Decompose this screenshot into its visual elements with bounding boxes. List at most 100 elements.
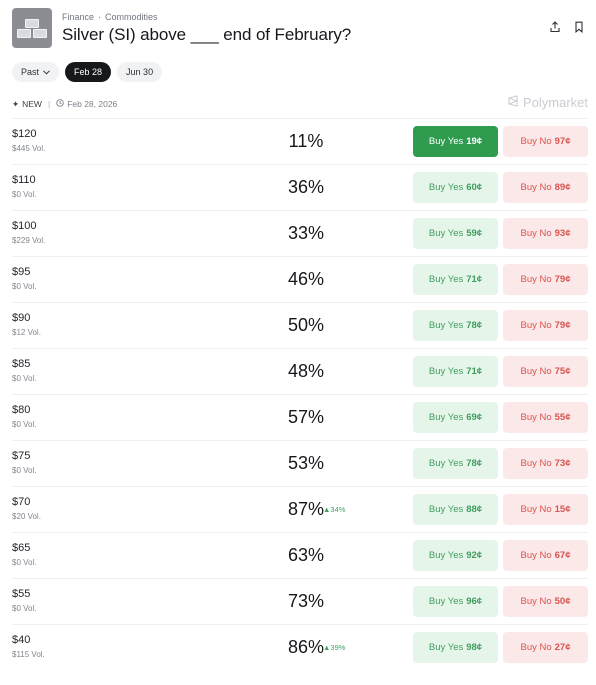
tab-jun-30[interactable]: Jun 30 (117, 62, 163, 82)
chance-percent: 53% (287, 453, 325, 473)
buy-yes-price: 19¢ (466, 136, 483, 147)
buy-yes-button[interactable]: Buy Yes 59¢ (413, 218, 498, 249)
buy-yes-button[interactable]: Buy Yes 96¢ (413, 586, 498, 617)
buy-yes-price: 59¢ (466, 228, 483, 239)
strike-price: $85 (12, 358, 31, 370)
strike-price: $70 (12, 496, 31, 508)
date-tabs: Past Feb 28 Jun 30 (12, 62, 163, 82)
volume-text: $229 Vol. (12, 236, 46, 245)
breadcrumb-subcategory[interactable]: Commodities (105, 12, 158, 22)
buy-yes-button[interactable]: Buy Yes 98¢ (413, 632, 498, 663)
bookmark-icon[interactable] (572, 20, 586, 34)
buy-no-label: Buy No (520, 320, 552, 331)
chance-change: ▲39% (323, 643, 346, 652)
buy-no-button[interactable]: Buy No 15¢ (503, 494, 588, 525)
buy-no-price: 93¢ (554, 228, 571, 239)
buy-no-label: Buy No (520, 228, 552, 239)
strike-price: $120 (12, 128, 37, 140)
outcome-row[interactable]: $110 $0 Vol. 36% Buy Yes 60¢ Buy No 89¢ (12, 164, 588, 210)
buy-yes-button[interactable]: Buy Yes 71¢ (413, 356, 498, 387)
outcome-row[interactable]: $100 $229 Vol. 33% Buy Yes 59¢ Buy No 93¢ (12, 210, 588, 256)
tab-past-label: Past (21, 67, 40, 77)
outcome-row[interactable]: $85 $0 Vol. 48% Buy Yes 71¢ Buy No 75¢ (12, 348, 588, 394)
buy-yes-price: 96¢ (466, 596, 483, 607)
volume-text: $0 Vol. (12, 466, 37, 475)
polymarket-icon (507, 95, 519, 110)
strike-price: $100 (12, 220, 37, 232)
buy-no-label: Buy No (520, 182, 552, 193)
buy-no-button[interactable]: Buy No 73¢ (503, 448, 588, 479)
page-title: Silver (SI) above ___ end of February? (62, 25, 352, 44)
end-date-text: Feb 28, 2026 (67, 99, 118, 109)
buy-no-button[interactable]: Buy No 50¢ (503, 586, 588, 617)
buy-no-button[interactable]: Buy No 89¢ (503, 172, 588, 203)
buy-yes-price: 60¢ (466, 182, 483, 193)
strike-price: $55 (12, 588, 31, 600)
chance-percent: 63% (287, 545, 325, 565)
buy-yes-price: 98¢ (466, 642, 483, 653)
buy-no-button[interactable]: Buy No 93¢ (503, 218, 588, 249)
outcome-row[interactable]: $70 $20 Vol. 87% ▲34% Buy Yes 88¢ Buy No 15¢ (12, 486, 588, 532)
tab-past[interactable]: Past (12, 62, 60, 82)
buy-yes-button[interactable]: Buy Yes 71¢ (413, 264, 498, 295)
buy-yes-button[interactable]: Buy Yes 88¢ (413, 494, 498, 525)
share-icon[interactable] (548, 20, 562, 34)
buy-yes-button[interactable]: Buy Yes 78¢ (413, 448, 498, 479)
buy-yes-button[interactable]: Buy Yes 92¢ (413, 540, 498, 571)
buy-yes-price: 88¢ (466, 504, 483, 515)
polymarket-logo: Polymarket (507, 95, 588, 110)
outcome-row[interactable]: $95 $0 Vol. 46% Buy Yes 71¢ Buy No 79¢ (12, 256, 588, 302)
buy-yes-price: 78¢ (466, 458, 483, 469)
buy-no-price: 55¢ (554, 412, 571, 423)
buy-no-price: 79¢ (554, 274, 571, 285)
buy-no-price: 73¢ (554, 458, 571, 469)
buy-no-button[interactable]: Buy No 79¢ (503, 264, 588, 295)
buy-no-label: Buy No (520, 366, 552, 377)
buy-yes-price: 78¢ (466, 320, 483, 331)
buy-yes-label: Buy Yes (428, 136, 464, 147)
volume-text: $0 Vol. (12, 558, 37, 567)
chance-percent: 46% (287, 269, 325, 289)
buy-no-button[interactable]: Buy No 67¢ (503, 540, 588, 571)
strike-price: $80 (12, 404, 31, 416)
buy-yes-button[interactable]: Buy Yes 78¢ (413, 310, 498, 341)
buy-no-label: Buy No (520, 274, 552, 285)
buy-no-button[interactable]: Buy No 55¢ (503, 402, 588, 433)
buy-no-price: 75¢ (554, 366, 571, 377)
polymarket-wordmark: Polymarket (522, 95, 588, 110)
volume-text: $0 Vol. (12, 282, 37, 291)
tab-feb-28[interactable]: Feb 28 (65, 62, 112, 82)
outcome-row[interactable]: $80 $0 Vol. 57% Buy Yes 69¢ Buy No 55¢ (12, 394, 588, 440)
buy-yes-button[interactable]: Buy Yes 19¢ (413, 126, 498, 157)
breadcrumb-category[interactable]: Finance (62, 12, 94, 22)
buy-yes-label: Buy Yes (428, 412, 464, 423)
market-thumbnail (12, 8, 52, 48)
chance-percent: 50% (287, 315, 325, 335)
buy-no-button[interactable]: Buy No 27¢ (503, 632, 588, 663)
volume-text: $445 Vol. (12, 144, 46, 153)
outcome-row[interactable]: $40 $115 Vol. 86% ▲39% Buy Yes 98¢ Buy No 27¢ (12, 624, 588, 670)
buy-no-label: Buy No (520, 412, 552, 423)
chevron-down-icon (43, 62, 50, 82)
buy-yes-button[interactable]: Buy Yes 60¢ (413, 172, 498, 203)
outcome-row[interactable]: $65 $0 Vol. 63% Buy Yes 92¢ Buy No 67¢ (12, 532, 588, 578)
buy-no-label: Buy No (520, 136, 552, 147)
buy-yes-label: Buy Yes (428, 320, 464, 331)
buy-no-price: 79¢ (554, 320, 571, 331)
sparkle-icon: ✦ (12, 98, 20, 109)
buy-yes-button[interactable]: Buy Yes 69¢ (413, 402, 498, 433)
strike-price: $95 (12, 266, 31, 278)
buy-no-button[interactable]: Buy No 97¢ (503, 126, 588, 157)
outcome-row[interactable]: $90 $12 Vol. 50% Buy Yes 78¢ Buy No 79¢ (12, 302, 588, 348)
outcome-row[interactable]: $120 $445 Vol. 11% Buy Yes 19¢ Buy No 97¢ (12, 118, 588, 164)
volume-text: $12 Vol. (12, 328, 41, 337)
buy-yes-label: Buy Yes (428, 642, 464, 653)
buy-no-button[interactable]: Buy No 75¢ (503, 356, 588, 387)
buy-no-label: Buy No (520, 458, 552, 469)
outcome-row[interactable]: $55 $0 Vol. 73% Buy Yes 96¢ Buy No 50¢ (12, 578, 588, 624)
strike-price: $40 (12, 634, 31, 646)
buy-no-price: 27¢ (554, 642, 571, 653)
buy-yes-label: Buy Yes (428, 274, 464, 285)
outcome-row[interactable]: $75 $0 Vol. 53% Buy Yes 78¢ Buy No 73¢ (12, 440, 588, 486)
buy-no-button[interactable]: Buy No 79¢ (503, 310, 588, 341)
